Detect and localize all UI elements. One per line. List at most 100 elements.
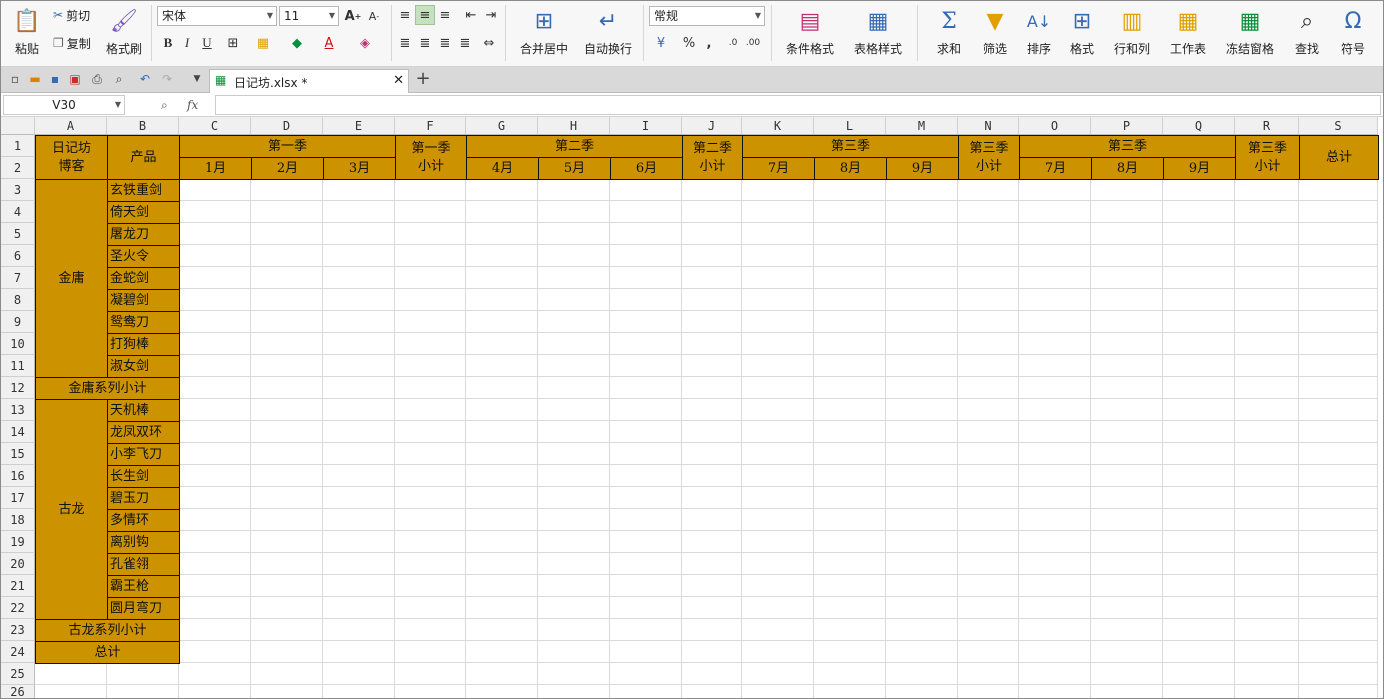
grid-cell[interactable] — [538, 179, 610, 201]
grid-cell[interactable] — [610, 421, 682, 443]
grid-cell[interactable] — [1019, 465, 1091, 487]
grid-cell[interactable] — [466, 531, 538, 553]
row-header[interactable]: 14 — [1, 421, 35, 443]
grid-cell[interactable] — [1091, 421, 1163, 443]
grid-cell[interactable] — [395, 641, 466, 663]
grid-cell[interactable] — [538, 421, 610, 443]
grid-cell[interactable] — [538, 311, 610, 333]
grid-cell[interactable] — [179, 267, 251, 289]
row-header[interactable]: 1 — [1, 135, 35, 157]
grid-cell[interactable] — [323, 245, 395, 267]
cut-button[interactable]: ✂ 剪切 — [53, 5, 90, 25]
conditional-format-button[interactable]: ▤ 条件格式 — [777, 5, 843, 61]
grid-cell[interactable] — [1163, 619, 1235, 641]
grid-cell[interactable] — [179, 245, 251, 267]
column-header[interactable]: D — [251, 117, 323, 135]
product-cell[interactable]: 凝碧剑 — [107, 289, 180, 312]
row-header[interactable]: 20 — [1, 553, 35, 575]
header-month[interactable]: 4月 — [466, 157, 539, 180]
grid-cell[interactable] — [179, 509, 251, 531]
header-quarter-3[interactable]: 第三季 — [742, 135, 959, 158]
grid-cell[interactable] — [1299, 421, 1378, 443]
grid-cell[interactable] — [251, 179, 323, 201]
column-header[interactable]: O — [1019, 117, 1091, 135]
grid-cell[interactable] — [1235, 267, 1299, 289]
grid-cell[interactable] — [251, 663, 323, 685]
grid-cell[interactable] — [323, 685, 395, 698]
grid-cell[interactable] — [814, 267, 886, 289]
grid-cell[interactable] — [1163, 245, 1235, 267]
grid-cell[interactable] — [886, 267, 958, 289]
product-cell[interactable]: 小李飞刀 — [107, 443, 180, 466]
grid-cell[interactable] — [395, 575, 466, 597]
grid-cell[interactable] — [251, 619, 323, 641]
grid-cell[interactable] — [1163, 685, 1235, 698]
grid-cell[interactable] — [179, 663, 251, 685]
grid-cell[interactable] — [1235, 179, 1299, 201]
grid-cell[interactable] — [682, 575, 742, 597]
grid-cell[interactable] — [682, 311, 742, 333]
grid-cell[interactable] — [1019, 311, 1091, 333]
column-header[interactable]: F — [395, 117, 466, 135]
grid-cell[interactable] — [1091, 201, 1163, 223]
grid-cell[interactable] — [323, 223, 395, 245]
name-box[interactable]: V30 ▼ — [3, 95, 125, 115]
grid-cell[interactable] — [886, 377, 958, 399]
grid-cell[interactable] — [1163, 553, 1235, 575]
column-header[interactable]: C — [179, 117, 251, 135]
grid-cell[interactable] — [538, 333, 610, 355]
align-middle-icon[interactable]: ≡ — [415, 5, 435, 25]
grid-cell[interactable] — [1091, 575, 1163, 597]
number-format-select[interactable]: 常规 ▼ — [649, 6, 765, 26]
grid-cell[interactable] — [251, 355, 323, 377]
grid-cell[interactable] — [395, 443, 466, 465]
grid-cell[interactable] — [251, 509, 323, 531]
grid-cell[interactable] — [1019, 421, 1091, 443]
header-month[interactable]: 9月 — [1163, 157, 1236, 180]
grid-cell[interactable] — [1299, 553, 1378, 575]
grid-cell[interactable] — [610, 223, 682, 245]
grid-cell[interactable] — [395, 179, 466, 201]
grid-cell[interactable] — [251, 443, 323, 465]
product-cell[interactable]: 圣火令 — [107, 245, 180, 268]
grid-cell[interactable] — [323, 377, 395, 399]
row-header[interactable]: 10 — [1, 333, 35, 355]
grid-cell[interactable] — [1299, 443, 1378, 465]
grid-cell[interactable] — [610, 487, 682, 509]
close-icon[interactable]: ✕ — [393, 73, 404, 88]
grid-cell[interactable] — [179, 575, 251, 597]
grid-cell[interactable] — [251, 685, 323, 698]
grid-cell[interactable] — [1091, 267, 1163, 289]
grid-cell[interactable] — [395, 509, 466, 531]
increase-decimal-icon[interactable]: .0 — [723, 33, 743, 53]
column-header[interactable]: H — [538, 117, 610, 135]
grid-cell[interactable] — [251, 553, 323, 575]
grid-cell[interactable] — [742, 223, 814, 245]
grid-cell[interactable] — [395, 267, 466, 289]
grid-cell[interactable] — [1091, 245, 1163, 267]
column-header[interactable]: B — [107, 117, 179, 135]
grid-cell[interactable] — [251, 333, 323, 355]
align-top-icon[interactable]: ≡ — [395, 5, 415, 25]
grid-cell[interactable] — [395, 421, 466, 443]
grid-cell[interactable] — [1235, 333, 1299, 355]
grid-cell[interactable] — [1019, 597, 1091, 619]
grid-cell[interactable] — [682, 509, 742, 531]
column-header[interactable]: E — [323, 117, 395, 135]
grid-cell[interactable] — [742, 355, 814, 377]
grid-cell[interactable] — [610, 575, 682, 597]
grid-cell[interactable] — [466, 377, 538, 399]
grid-cell[interactable] — [610, 245, 682, 267]
fx-button[interactable]: fx — [187, 95, 198, 115]
grid-cell[interactable] — [1235, 597, 1299, 619]
grid-cell[interactable] — [742, 597, 814, 619]
grid-cell[interactable] — [1091, 333, 1163, 355]
grid-cell[interactable] — [323, 179, 395, 201]
grid-cell[interactable] — [395, 223, 466, 245]
grid-cell[interactable] — [742, 267, 814, 289]
row-header[interactable]: 18 — [1, 509, 35, 531]
product-cell[interactable]: 打狗棒 — [107, 333, 180, 356]
tab-document[interactable]: ▦ 日记坊.xlsx * ✕ — [209, 69, 409, 93]
product-cell[interactable]: 孔雀翎 — [107, 553, 180, 576]
grid-cell[interactable] — [1163, 399, 1235, 421]
